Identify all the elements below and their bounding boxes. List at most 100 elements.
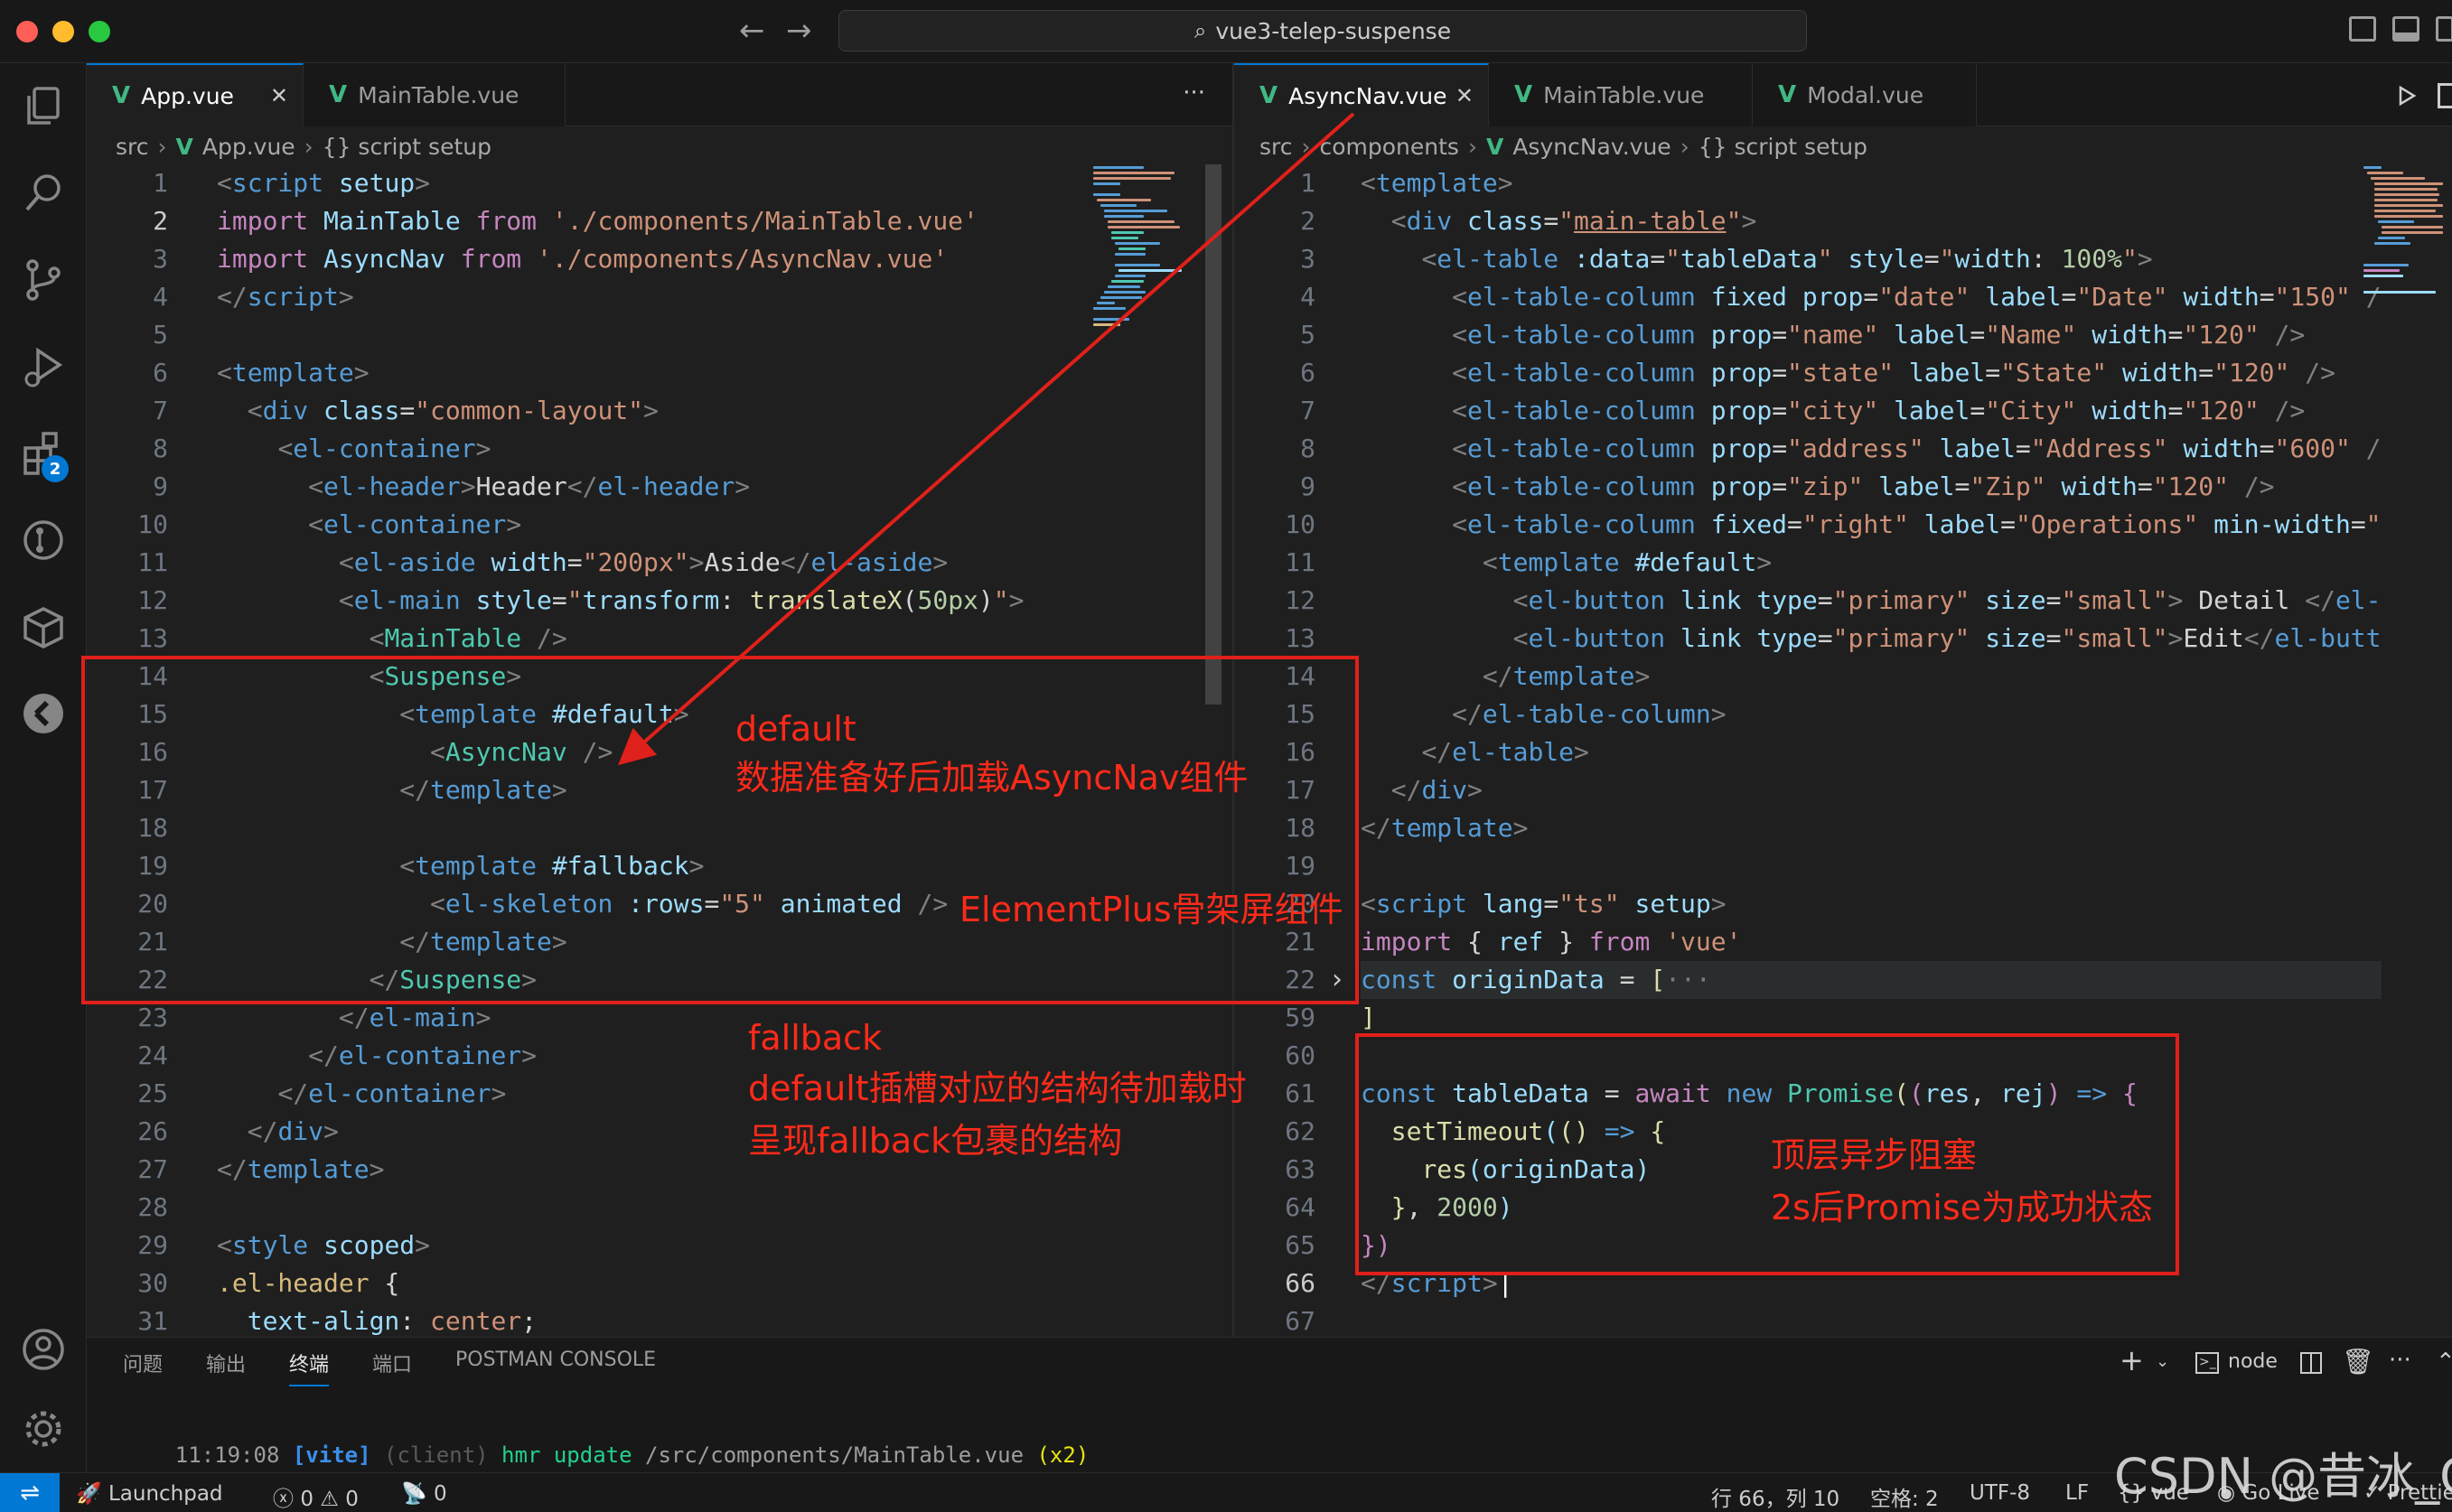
command-center-search[interactable]: ⌕ vue3-telep-suspense — [838, 10, 1807, 51]
tab-maintable-vue[interactable]: V MainTable.vue — [1489, 63, 1753, 126]
more-actions-icon[interactable]: ··· — [2389, 1347, 2411, 1374]
line-number[interactable]: 13 — [1234, 620, 1315, 658]
run-debug-icon[interactable] — [20, 343, 67, 390]
git-graph-icon[interactable] — [20, 517, 67, 564]
line-number[interactable]: 3 — [1234, 240, 1315, 278]
line-number[interactable]: 12 — [87, 582, 168, 620]
settings-gear-icon[interactable] — [20, 1405, 67, 1452]
problems-item[interactable]: ⓧ 0 ⚠ 0 — [273, 1481, 359, 1512]
back-arrow-icon[interactable]: ← — [739, 13, 765, 49]
line-number[interactable]: 59 — [1234, 999, 1315, 1037]
line-number[interactable]: 25 — [87, 1075, 168, 1113]
breadcrumb-file[interactable]: AsyncNav.vue — [1512, 134, 1671, 160]
line-number[interactable]: 11 — [1234, 544, 1315, 582]
remote-indicator-icon[interactable]: ⇌ — [0, 1473, 60, 1512]
line-number[interactable]: 8 — [1234, 430, 1315, 468]
vertical-scrollbar[interactable] — [1205, 164, 1221, 705]
panel-tab-output[interactable]: 输出 — [206, 1349, 246, 1377]
line-number[interactable]: 64 — [1234, 1189, 1315, 1227]
minimize-window-button[interactable] — [52, 21, 74, 42]
panel-tab-terminal[interactable]: 终端 — [289, 1349, 330, 1386]
package-icon[interactable] — [20, 603, 67, 650]
encoding[interactable]: UTF-8 — [1970, 1481, 2030, 1505]
tab-app-vue[interactable]: V App.vue ✕ — [87, 63, 304, 126]
explorer-icon[interactable] — [20, 83, 67, 130]
close-window-button[interactable] — [16, 21, 38, 42]
tab-asyncnav-vue[interactable]: V AsyncNav.vue ✕ — [1234, 63, 1489, 126]
line-number[interactable]: 10 — [87, 506, 168, 544]
panel-tab-postman-console[interactable]: POSTMAN CONSOLE — [455, 1349, 656, 1371]
breadcrumb-symbol[interactable]: {} script setup — [323, 134, 491, 160]
close-tab-icon[interactable]: ✕ — [270, 83, 288, 108]
breadcrumb-symbol[interactable]: {} script setup — [1699, 134, 1867, 160]
split-editor-icon[interactable] — [2438, 83, 2452, 108]
source-control-icon[interactable] — [20, 257, 67, 303]
line-number[interactable]: 3 — [87, 240, 168, 278]
tab-modal-vue[interactable]: V Modal.vue — [1753, 63, 1977, 126]
maximize-panel-icon[interactable]: ⌃ — [2436, 1349, 2452, 1376]
line-number[interactable]: 23 — [87, 999, 168, 1037]
line-number[interactable]: 6 — [1234, 354, 1315, 392]
line-number[interactable]: 29 — [87, 1227, 168, 1265]
more-actions-icon[interactable]: ··· — [1183, 79, 1205, 107]
line-number[interactable]: 1 — [1234, 164, 1315, 202]
panel-tab-ports[interactable]: 端口 — [372, 1349, 412, 1377]
indentation[interactable]: 空格: 2 — [1870, 1481, 1939, 1512]
run-file-icon[interactable] — [2396, 85, 2418, 107]
panel-tab-problems[interactable]: 问题 — [123, 1349, 163, 1377]
line-number[interactable]: 13 — [87, 620, 168, 658]
zoom-window-button[interactable] — [89, 21, 110, 42]
ports-item[interactable]: 📡 0 — [401, 1481, 447, 1506]
line-number[interactable]: 12 — [1234, 582, 1315, 620]
minimap-right[interactable] — [2363, 164, 2445, 309]
line-number[interactable]: 7 — [1234, 392, 1315, 430]
breadcrumb-folder[interactable]: src — [116, 134, 149, 160]
minimap-left[interactable] — [1093, 164, 1193, 345]
line-number[interactable]: 30 — [87, 1265, 168, 1302]
line-number[interactable]: 4 — [1234, 278, 1315, 316]
toggle-sidebar-icon[interactable] — [2349, 16, 2376, 42]
line-number[interactable]: 5 — [1234, 316, 1315, 354]
line-number[interactable]: 65 — [1234, 1227, 1315, 1265]
line-number[interactable]: 5 — [87, 316, 168, 354]
launchpad-item[interactable]: 🚀 Launchpad — [76, 1481, 223, 1506]
close-tab-icon[interactable]: ✕ — [1455, 83, 1474, 108]
line-number[interactable]: 11 — [87, 544, 168, 582]
account-icon[interactable] — [20, 1326, 67, 1373]
remote-explorer-icon[interactable] — [20, 690, 67, 737]
toggle-panel-icon[interactable] — [2392, 16, 2419, 42]
breadcrumb-folder[interactable]: src — [1259, 134, 1293, 160]
line-number[interactable]: 26 — [87, 1113, 168, 1151]
line-number[interactable]: 6 — [87, 354, 168, 392]
chevron-down-icon[interactable]: ⌄ — [2156, 1352, 2169, 1371]
line-number[interactable]: 27 — [87, 1151, 168, 1189]
line-number[interactable]: 67 — [1234, 1302, 1315, 1337]
split-terminal-icon[interactable] — [2300, 1352, 2322, 1374]
line-number[interactable]: 9 — [87, 468, 168, 506]
cursor-position[interactable]: 行 66，列 10 — [1711, 1481, 1839, 1512]
line-number[interactable]: 2 — [1234, 202, 1315, 240]
forward-arrow-icon[interactable]: → — [786, 13, 812, 49]
line-number[interactable]: 1 — [87, 164, 168, 202]
line-number[interactable]: 2 — [87, 202, 168, 240]
tab-maintable-vue[interactable]: V MainTable.vue — [304, 63, 566, 126]
line-number[interactable]: 63 — [1234, 1151, 1315, 1189]
line-number[interactable]: 66 — [1234, 1265, 1315, 1302]
line-number[interactable]: 10 — [1234, 506, 1315, 544]
line-number[interactable]: 28 — [87, 1189, 168, 1227]
line-number[interactable]: 24 — [87, 1037, 168, 1075]
line-number[interactable]: 7 — [87, 392, 168, 430]
line-number[interactable]: 31 — [87, 1302, 168, 1340]
breadcrumb-file[interactable]: App.vue — [202, 134, 295, 160]
new-terminal-plus-icon[interactable]: + — [2120, 1343, 2144, 1377]
line-number[interactable]: 4 — [87, 278, 168, 316]
line-number[interactable]: 8 — [87, 430, 168, 468]
toggle-secondary-sidebar-icon[interactable] — [2436, 16, 2452, 42]
search-icon[interactable] — [20, 170, 67, 217]
line-number[interactable]: 9 — [1234, 468, 1315, 506]
breadcrumb-subfolder[interactable]: components — [1320, 134, 1459, 160]
end-of-line[interactable]: LF — [2065, 1481, 2089, 1505]
line-number[interactable]: 62 — [1234, 1113, 1315, 1151]
terminal-shell-name[interactable]: node — [2228, 1350, 2278, 1373]
trash-icon[interactable]: 🗑 — [2342, 1347, 2374, 1377]
